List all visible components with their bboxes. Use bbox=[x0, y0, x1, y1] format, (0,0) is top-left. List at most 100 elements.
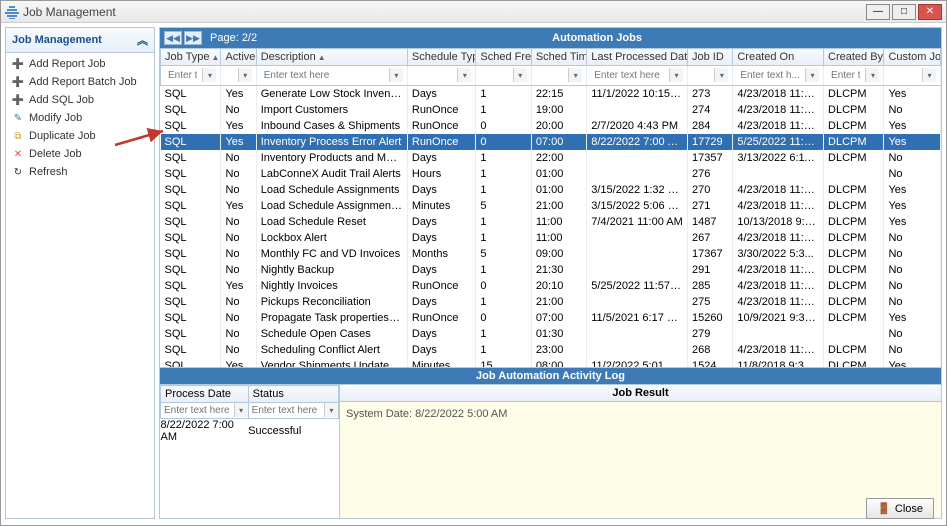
filter-icon[interactable]: ▾ bbox=[389, 68, 403, 82]
log-col-header[interactable]: Status bbox=[248, 386, 338, 403]
grid-wrapper[interactable]: Job Type▲Active▲Description▲Schedule Typ… bbox=[160, 48, 941, 368]
sidebar-item-label: Add Report Batch Job bbox=[29, 76, 137, 88]
sidebar-item-icon: ⧉ bbox=[12, 130, 24, 142]
filter-input[interactable] bbox=[161, 403, 232, 418]
sidebar-item-label: Refresh bbox=[29, 166, 68, 178]
table-row[interactable]: SQLYesInventory Process Error AlertRunOn… bbox=[161, 134, 941, 150]
table-row[interactable]: SQLNoMonthly FC and VD InvoicesMonths509… bbox=[161, 246, 941, 262]
filter-input[interactable] bbox=[412, 68, 456, 83]
table-row[interactable]: SQLNoInventory Products and Materials Up… bbox=[161, 150, 941, 166]
table-row[interactable]: SQLYesVendor Shipments UpdateMinutes1508… bbox=[161, 358, 941, 368]
job-result-header: Job Result bbox=[340, 385, 941, 402]
filter-icon[interactable]: ▾ bbox=[805, 68, 819, 82]
sidebar-item-label: Modify Job bbox=[29, 112, 82, 124]
close-label: Close bbox=[895, 503, 923, 515]
sidebar-item-icon: ↻ bbox=[12, 166, 24, 178]
col-header[interactable]: Sched Time bbox=[531, 49, 586, 66]
col-header[interactable]: Active▲ bbox=[221, 49, 256, 66]
sidebar-item-delete-job[interactable]: ✕ Delete Job bbox=[6, 145, 154, 163]
filter-icon[interactable]: ▾ bbox=[669, 68, 683, 82]
sidebar-item-icon: ➕ bbox=[12, 58, 24, 70]
table-row[interactable]: SQLYesInbound Cases & ShipmentsRunOnce02… bbox=[161, 118, 941, 134]
filter-icon[interactable]: ▾ bbox=[457, 68, 471, 82]
job-result-body: System Date: 8/22/2022 5:00 AM bbox=[340, 402, 941, 518]
filter-icon[interactable]: ▾ bbox=[324, 403, 338, 417]
filter-input[interactable] bbox=[737, 68, 803, 83]
filter-icon[interactable]: ▾ bbox=[865, 68, 879, 82]
sidebar-item-add-report-job[interactable]: ➕ Add Report Job bbox=[6, 55, 154, 73]
table-row[interactable]: SQLNoScheduling Conflict AlertDays123:00… bbox=[161, 342, 941, 358]
sidebar-item-label: Delete Job bbox=[29, 148, 82, 160]
table-row[interactable]: SQLNoImport CustomersRunOnce119:002744/2… bbox=[161, 102, 941, 118]
sidebar-item-icon: ➕ bbox=[12, 76, 24, 88]
table-row[interactable]: SQLNoNightly BackupDays121:302914/23/201… bbox=[161, 262, 941, 278]
table-row[interactable]: SQLNoPropagate Task properties to Produc… bbox=[161, 310, 941, 326]
sidebar-title: Job Management bbox=[12, 34, 102, 46]
table-row[interactable]: SQLNoLoad Schedule ResetDays111:007/4/20… bbox=[161, 214, 941, 230]
sidebar-item-icon: ➕ bbox=[12, 94, 24, 106]
filter-input[interactable] bbox=[888, 68, 920, 83]
table-row[interactable]: SQLNoSchedule Open CasesDays101:30279No bbox=[161, 326, 941, 342]
titlebar: Job Management — □ ✕ bbox=[1, 1, 946, 23]
sidebar-item-add-report-batch-job[interactable]: ➕ Add Report Batch Job bbox=[6, 73, 154, 91]
table-row[interactable]: SQLNoPickups ReconciliationDays121:00275… bbox=[161, 294, 941, 310]
filter-icon[interactable]: ▾ bbox=[922, 68, 936, 82]
filter-input[interactable] bbox=[249, 403, 322, 418]
filter-input[interactable] bbox=[261, 68, 387, 83]
pager-bar: ◀◀ ▶▶ Page: 2/2 Automation Jobs bbox=[160, 28, 941, 48]
sidebar: Job Management ︽ ➕ Add Report Job ➕ Add Rep… bbox=[5, 27, 155, 519]
table-row[interactable]: SQLNoLockbox AlertDays111:002674/23/2018… bbox=[161, 230, 941, 246]
col-header[interactable]: Last Processed Date bbox=[587, 49, 688, 66]
col-header[interactable]: Custom Job bbox=[884, 49, 941, 66]
close-button[interactable]: 🚪 Close bbox=[866, 498, 934, 519]
sidebar-item-icon: ✎ bbox=[12, 112, 24, 124]
table-row[interactable]: SQLNoLabConneX Audit Trail AlertsHours10… bbox=[161, 166, 941, 182]
table-row[interactable]: SQLNoLoad Schedule AssignmentsDays101:00… bbox=[161, 182, 941, 198]
filter-input[interactable] bbox=[692, 68, 712, 83]
door-icon: 🚪 bbox=[877, 502, 891, 515]
filter-input[interactable] bbox=[536, 68, 566, 83]
table-row[interactable]: SQLYesLoad Schedule Assignments InterimM… bbox=[161, 198, 941, 214]
sidebar-item-icon: ✕ bbox=[12, 148, 24, 160]
window-title: Job Management bbox=[23, 5, 116, 19]
sidebar-item-modify-job[interactable]: ✎ Modify Job bbox=[6, 109, 154, 127]
maximize-button[interactable]: □ bbox=[892, 4, 916, 20]
pager-prev[interactable]: ▶▶ bbox=[184, 31, 202, 45]
log-grid: Process DateStatus▾ ▾ 8/22/2022 7:00 AMSuc… bbox=[160, 385, 339, 443]
col-header[interactable]: Job Type▲ bbox=[161, 49, 221, 66]
filter-input[interactable] bbox=[165, 68, 200, 83]
sidebar-item-add-sql-job[interactable]: ➕ Add SQL Job bbox=[6, 91, 154, 109]
sidebar-header[interactable]: Job Management ︽ bbox=[6, 28, 154, 53]
col-header[interactable]: Job ID bbox=[688, 49, 733, 66]
log-col-header[interactable]: Process Date bbox=[161, 386, 249, 403]
col-header[interactable]: Schedule Type bbox=[407, 49, 476, 66]
filter-icon[interactable]: ▾ bbox=[234, 403, 248, 417]
sidebar-item-label: Add SQL Job bbox=[29, 94, 94, 106]
sidebar-item-label: Add Report Job bbox=[29, 58, 105, 70]
table-row[interactable]: SQLYesGenerate Low Stock Inventory Notif… bbox=[161, 86, 941, 103]
filter-input[interactable] bbox=[591, 68, 667, 83]
filter-input[interactable] bbox=[480, 68, 510, 83]
sidebar-item-duplicate-job[interactable]: ⧉Duplicate Job bbox=[6, 127, 154, 145]
col-header[interactable]: Description▲ bbox=[256, 49, 407, 66]
log-title: Job Automation Activity Log bbox=[160, 368, 941, 384]
pager-label: Page: bbox=[210, 32, 239, 44]
sidebar-item-refresh[interactable]: ↻ Refresh bbox=[6, 163, 154, 181]
col-header[interactable]: Created On bbox=[733, 49, 824, 66]
pager-first[interactable]: ◀◀ bbox=[164, 31, 182, 45]
filter-input[interactable] bbox=[225, 68, 235, 83]
col-header[interactable]: Sched Freq bbox=[476, 49, 531, 66]
filter-input[interactable] bbox=[828, 68, 863, 83]
pager-page: 2/2 bbox=[242, 32, 257, 44]
table-row[interactable]: SQLYesNightly InvoicesRunOnce020:105/25/… bbox=[161, 278, 941, 294]
filter-icon[interactable]: ▾ bbox=[238, 68, 252, 82]
close-window-button[interactable]: ✕ bbox=[918, 4, 942, 20]
col-header[interactable]: Created By bbox=[824, 49, 884, 66]
collapse-icon[interactable]: ︽ bbox=[137, 32, 148, 48]
minimize-button[interactable]: — bbox=[866, 4, 890, 20]
filter-icon[interactable]: ▾ bbox=[202, 68, 216, 82]
filter-icon[interactable]: ▾ bbox=[714, 68, 728, 82]
filter-icon[interactable]: ▾ bbox=[513, 68, 527, 82]
filter-icon[interactable]: ▾ bbox=[568, 68, 582, 82]
log-row[interactable]: 8/22/2022 7:00 AMSuccessful bbox=[161, 419, 339, 444]
